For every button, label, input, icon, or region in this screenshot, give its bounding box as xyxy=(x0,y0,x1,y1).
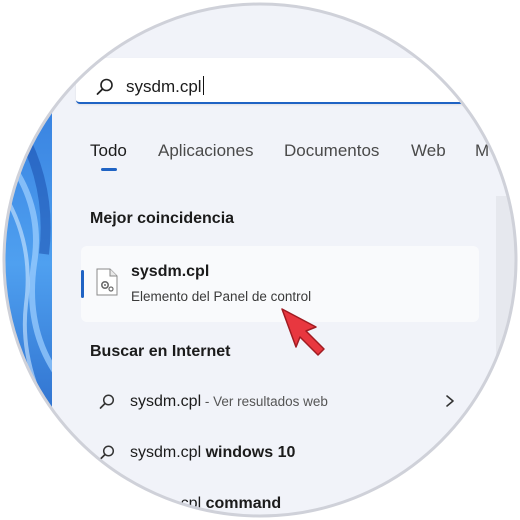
web-result-label: sysdm.cpl - Ver resultados web xyxy=(130,393,328,410)
selection-indicator xyxy=(81,270,84,298)
best-match-title: sysdm.cpl xyxy=(131,263,210,280)
tab-todo[interactable]: Todo xyxy=(90,141,127,161)
tab-web[interactable]: Web xyxy=(411,141,446,161)
web-search-heading: Buscar en Internet xyxy=(90,343,231,360)
active-tab-indicator xyxy=(101,168,117,171)
web-result-label: sysdm.cpl windows 10 xyxy=(130,444,296,461)
tab-more[interactable]: M xyxy=(475,141,489,161)
text-caret xyxy=(202,76,204,95)
chevron-right-icon xyxy=(446,395,454,407)
best-match-heading: Mejor coincidencia xyxy=(90,210,235,227)
search-icon xyxy=(99,445,115,460)
best-match-subtitle: Elemento del Panel de control xyxy=(131,289,312,304)
preview-pane-edge xyxy=(496,196,516,516)
search-query[interactable]: sysdm.cpl xyxy=(126,76,204,97)
tab-documentos[interactable]: Documentos xyxy=(284,141,379,161)
search-icon xyxy=(96,78,113,95)
control-panel-file-icon xyxy=(96,268,118,296)
search-icon xyxy=(99,394,115,409)
pointer-arrow-icon xyxy=(281,308,325,356)
tab-aplicaciones[interactable]: Aplicaciones xyxy=(158,141,253,161)
web-result-label: sysdm.cpl command xyxy=(130,495,282,512)
